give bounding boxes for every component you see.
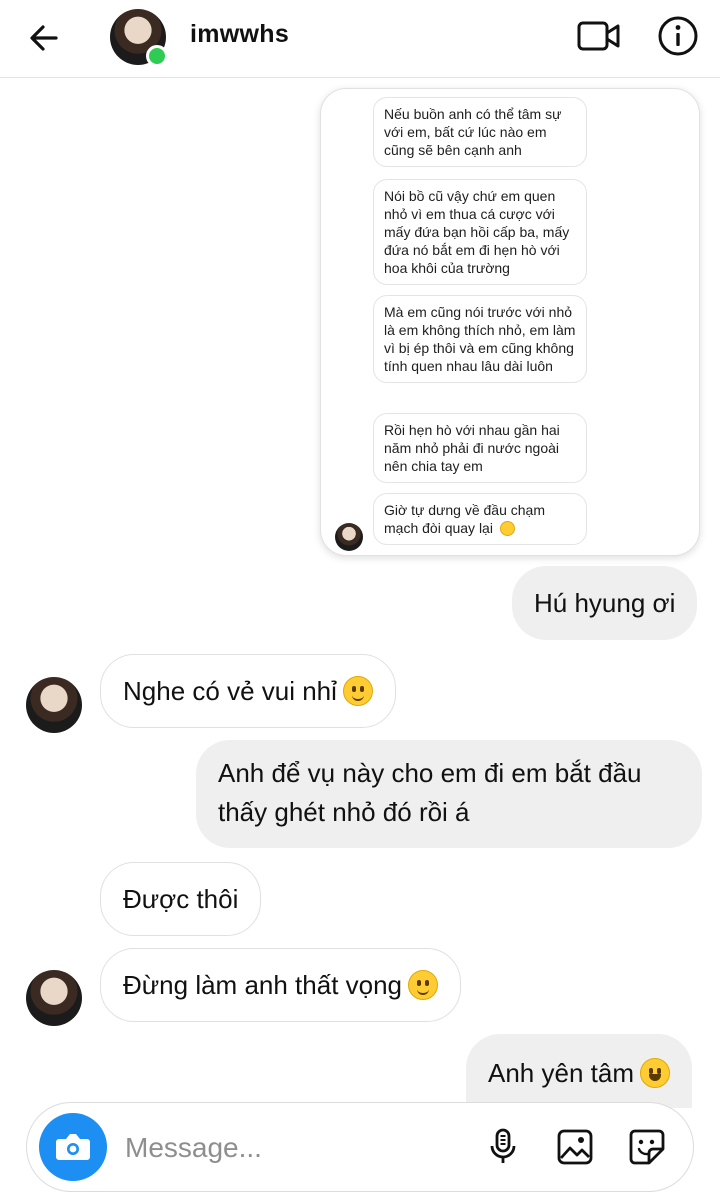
screenshot-message: Mà em cũng nói trước với nhỏ là em không… <box>373 295 587 383</box>
smiling-eyes-emoji-icon <box>408 970 439 1000</box>
contact-avatar[interactable] <box>110 9 168 67</box>
message-text: Đừng làm anh thất vọng <box>123 970 403 1000</box>
screenshot-message: Nói bồ cũ vậy chứ em quen nhỏ vì em thua… <box>373 179 587 285</box>
info-icon[interactable] <box>656 14 700 58</box>
message-text: Hú hyung ơi <box>534 588 676 618</box>
microphone-icon[interactable] <box>483 1127 523 1167</box>
message-text: Được thôi <box>123 884 239 914</box>
flushed-emoji-icon <box>499 521 515 536</box>
back-arrow-icon[interactable] <box>26 20 62 56</box>
message-text: Anh để vụ này cho em đi em bắt đầu thấy … <box>218 758 642 827</box>
sender-avatar[interactable] <box>26 677 82 733</box>
screenshot-message-last: Giờ tự dưng về đầu chạm mạch đòi quay lạ… <box>373 493 587 545</box>
online-status-dot <box>146 45 168 67</box>
contact-username[interactable]: imwwhs <box>190 20 289 49</box>
sticker-icon[interactable] <box>627 1127 667 1167</box>
screenshot-message: Rồi hẹn hò với nhau gần hai năm nhỏ phải… <box>373 413 587 483</box>
shared-screenshot-card[interactable]: Nếu buồn anh có thể tâm sự với em, bất c… <box>320 88 700 556</box>
video-call-icon[interactable] <box>576 16 622 56</box>
screenshot-message: Nếu buồn anh có thể tâm sự với em, bất c… <box>373 97 587 167</box>
camera-icon <box>56 1134 90 1160</box>
screenshot-avatar <box>335 523 363 551</box>
grin-emoji-icon <box>639 1058 670 1088</box>
chat-header: imwwhs <box>0 0 720 78</box>
camera-button[interactable] <box>39 1113 107 1181</box>
message-incoming: Được thôi <box>100 862 262 936</box>
message-text: Nghe có vẻ vui nhỉ <box>123 676 337 706</box>
message-incoming: Đừng làm anh thất vọng <box>100 948 462 1022</box>
message-incoming: Nghe có vẻ vui nhỉ <box>100 654 396 728</box>
message-outgoing: Anh yên tâm <box>466 1034 692 1108</box>
screenshot-message-text: Giờ tự dưng về đầu chạm mạch đòi quay lạ… <box>384 502 545 536</box>
message-composer <box>26 1102 694 1192</box>
slight-smile-emoji-icon <box>342 676 373 706</box>
sender-avatar[interactable] <box>26 970 82 1026</box>
message-outgoing: Hú hyung ơi <box>512 566 698 640</box>
message-text: Anh yên tâm <box>488 1058 634 1088</box>
gallery-icon[interactable] <box>555 1127 595 1167</box>
message-outgoing: Anh để vụ này cho em đi em bắt đầu thấy … <box>196 740 702 848</box>
message-input[interactable] <box>123 1125 457 1171</box>
